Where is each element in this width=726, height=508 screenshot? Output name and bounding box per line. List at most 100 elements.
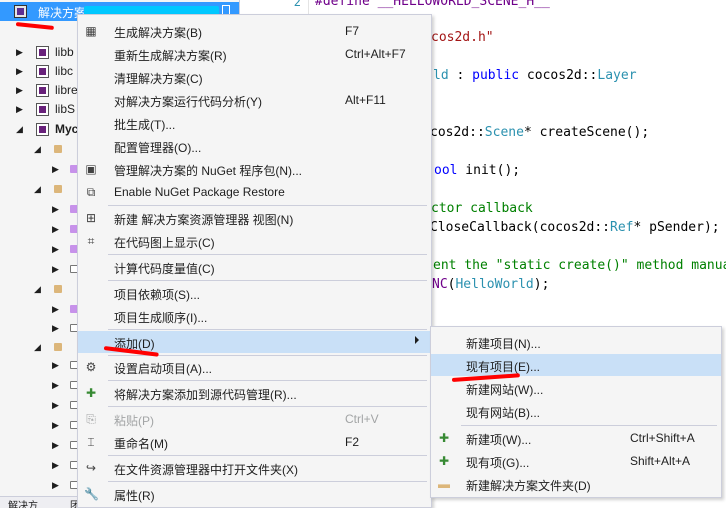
code-token: public <box>472 68 520 83</box>
expand-arrow-icon[interactable]: ▶ <box>52 303 60 315</box>
collapse-arrow-icon[interactable]: ◢ <box>34 283 42 295</box>
collapse-arrow-icon[interactable]: ◢ <box>34 183 42 195</box>
menu-item-label: 重新生成解决方案(R) <box>114 49 227 63</box>
code-token: ent the "static create()" method manua <box>433 258 726 273</box>
expand-arrow-icon[interactable]: ▶ <box>52 223 60 235</box>
menu-item-show-on-code-map[interactable]: ⌗ 在代码图上显示(C) <box>78 230 431 252</box>
expand-arrow-icon[interactable]: ▶ <box>16 65 24 77</box>
submenu-item-new-item[interactable]: ✚ 新建项(W)... Ctrl+Shift+A <box>431 427 721 449</box>
collapse-arrow-icon[interactable]: ◢ <box>16 123 24 135</box>
new-item-icon: ✚ <box>438 431 450 445</box>
expand-arrow-icon[interactable]: ▶ <box>16 103 24 115</box>
code-token: ); <box>533 277 550 292</box>
menu-item-run-code-analysis[interactable]: 对解决方案运行代码分析(Y) Alt+F11 <box>78 89 431 111</box>
build-solution-icon: ▦ <box>85 24 97 38</box>
submenu-item-existing-item[interactable]: ✚ 现有项(G)... Shift+Alt+A <box>431 450 721 472</box>
code-line: cos2d::Scene* createScene(); <box>430 125 649 140</box>
collapse-arrow-icon[interactable]: ◢ <box>34 143 42 155</box>
new-view-icon: ⊞ <box>85 211 97 225</box>
menu-item-label: 设置启动项目(A)... <box>114 362 212 376</box>
menu-item-project-build-order[interactable]: 项目生成顺序(I)... <box>78 305 431 327</box>
menu-item-label: 批生成(T)... <box>114 118 176 132</box>
menu-item-label: 项目依赖项(S)... <box>114 288 200 302</box>
menu-item-label: 新建网站(W)... <box>466 383 544 397</box>
rename-icon: ⌶ <box>87 435 95 449</box>
menu-item-add-to-source-control[interactable]: ✚ 将解决方案添加到源代码管理(R)... <box>78 382 431 404</box>
code-token: NC <box>432 277 448 292</box>
menu-item-label: 管理解决方案的 NuGet 程序包(N)... <box>114 164 303 178</box>
line-number: 2 <box>293 0 301 9</box>
expand-arrow-icon[interactable]: ▶ <box>52 359 60 371</box>
menu-item-label: 对解决方案运行代码分析(Y) <box>114 95 262 109</box>
project-icon <box>36 65 49 78</box>
expand-arrow-icon[interactable]: ▶ <box>52 459 60 471</box>
code-token: ool <box>434 163 458 178</box>
expand-arrow-icon[interactable]: ▶ <box>52 399 60 411</box>
menu-item-project-dependencies[interactable]: 项目依赖项(S)... <box>78 282 431 304</box>
tree-item-label: libc <box>55 64 74 78</box>
nuget-restore-icon: ⧉ <box>86 185 96 199</box>
menu-item-configuration-manager[interactable]: 配置管理器(O)... <box>78 135 431 157</box>
menu-item-open-folder[interactable]: ↪ 在文件资源管理器中打开文件夹(X) <box>78 457 431 479</box>
submenu-item-existing-website[interactable]: 现有网站(B)... <box>431 400 721 422</box>
menu-item-label: 重命名(M) <box>114 437 168 451</box>
menu-separator <box>108 406 427 407</box>
paste-icon: ⎘ <box>86 412 96 426</box>
nuget-icon: ▣ <box>85 162 97 176</box>
menu-separator <box>108 254 427 255</box>
folder-icon <box>54 145 62 153</box>
code-token: * createScene(); <box>523 125 650 140</box>
expand-arrow-icon[interactable]: ▶ <box>52 243 60 255</box>
menu-item-rename[interactable]: ⌶ 重命名(M) F2 <box>78 431 431 453</box>
code-line: ctor callback <box>431 201 533 216</box>
submenu-item-new-project[interactable]: 新建项目(N)... <box>431 331 721 353</box>
project-icon <box>36 46 49 59</box>
tree-item-label: libre <box>55 83 78 97</box>
expand-arrow-icon[interactable]: ▶ <box>52 439 60 451</box>
folder-icon <box>54 185 62 193</box>
submenu-item-existing-project[interactable]: 现有项目(E)... <box>431 354 721 376</box>
code-token: ctor callback <box>431 201 533 216</box>
menu-separator <box>108 329 427 330</box>
menu-item-clean-solution[interactable]: 清理解决方案(C) <box>78 66 431 88</box>
menu-item-rebuild-solution[interactable]: 重新生成解决方案(R) Ctrl+Alt+F7 <box>78 43 431 65</box>
code-token: Layer <box>597 68 637 83</box>
gear-icon: ⚙ <box>85 360 97 374</box>
expand-arrow-icon[interactable]: ▶ <box>52 203 60 215</box>
collapse-arrow-icon[interactable]: ◢ <box>34 341 42 353</box>
expand-arrow-icon[interactable]: ▶ <box>52 163 60 175</box>
solution-icon <box>14 5 27 18</box>
menu-item-nuget-restore[interactable]: ⧉ Enable NuGet Package Restore <box>78 181 431 203</box>
expand-arrow-icon[interactable]: ▶ <box>52 479 60 491</box>
menu-separator <box>108 280 427 281</box>
open-folder-icon: ↪ <box>85 461 97 475</box>
menu-item-label: 新建项(W)... <box>466 433 532 447</box>
menu-item-set-startup-project[interactable]: ⚙ 设置启动项目(A)... <box>78 356 431 378</box>
expand-arrow-icon[interactable]: ▶ <box>52 379 60 391</box>
folder-icon <box>54 343 62 351</box>
menu-item-shortcut: Ctrl+V <box>345 412 379 426</box>
project-icon <box>36 84 49 97</box>
menu-item-label: 项目生成顺序(I)... <box>114 311 208 325</box>
expand-arrow-icon[interactable]: ▶ <box>52 322 60 334</box>
properties-icon: 🔧 <box>84 487 99 501</box>
menu-item-paste[interactable]: ⎘ 粘贴(P) Ctrl+V <box>78 408 431 430</box>
menu-item-new-view[interactable]: ⊞ 新建 解决方案资源管理器 视图(N) <box>78 207 431 229</box>
menu-item-shortcut: F2 <box>345 435 360 449</box>
expand-arrow-icon[interactable]: ▶ <box>16 84 24 96</box>
submenu-item-new-solution-folder[interactable]: ▬ 新建解决方案文件夹(D) <box>431 473 721 495</box>
expand-arrow-icon[interactable]: ▶ <box>52 263 60 275</box>
code-line: ld : public cocos2d::Layer <box>433 68 637 83</box>
menu-item-build-solution[interactable]: ▦ 生成解决方案(B) F7 <box>78 20 431 42</box>
code-line: CloseCallback(cocos2d::Ref* pSender); <box>430 220 720 235</box>
expand-arrow-icon[interactable]: ▶ <box>52 419 60 431</box>
menu-item-batch-build[interactable]: 批生成(T)... <box>78 112 431 134</box>
expand-arrow-icon[interactable]: ▶ <box>16 46 24 58</box>
tab-solution-explorer[interactable]: 解决方 <box>8 497 38 508</box>
menu-item-calculate-code-metrics[interactable]: 计算代码度量值(C) <box>78 256 431 278</box>
menu-item-properties[interactable]: 🔧 属性(R) <box>78 483 431 505</box>
menu-item-label: 生成解决方案(B) <box>114 26 202 40</box>
menu-item-manage-nuget[interactable]: ▣ 管理解决方案的 NuGet 程序包(N)... <box>78 158 431 180</box>
menu-item-label: 清理解决方案(C) <box>114 72 203 86</box>
code-token: init(); <box>457 163 521 178</box>
